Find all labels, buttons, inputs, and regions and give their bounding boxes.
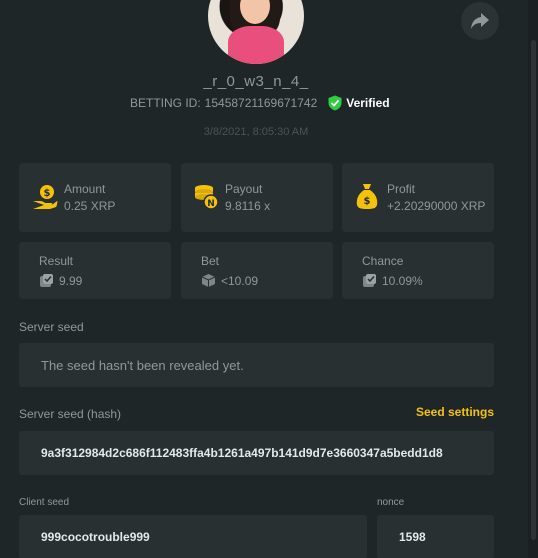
chance-row: 10.09% [362,273,423,288]
chance-label: Chance [362,254,404,268]
payout-label: Payout [225,182,263,196]
verified-label: Verified [346,96,390,110]
username: _r_0_w3_n_4_ [203,73,309,90]
result-row: 9.99 [39,273,82,288]
scrollbar-thumb[interactable] [531,40,536,540]
betting-id-label: BETTING ID: [130,96,201,110]
verified-check-icon [328,95,342,111]
svg-text:$: $ [44,188,51,199]
amount-label: Amount [64,182,106,196]
client-seed-label: Client seed [19,497,70,508]
bet-row: <10.09 [201,273,258,288]
result-value: 9.99 [59,273,83,288]
payout-card: N Payout 9.8116 x [181,163,333,232]
client-seed-field[interactable]: 999cocotrouble999 [19,515,367,558]
money-bag-icon: $ [356,184,378,209]
server-seed-hash-field[interactable]: 9a3f312984d2c686f112483ffa4b1261a497b141… [19,431,494,475]
svg-text:$: $ [364,196,371,207]
payout-value: 9.8116 x [225,199,271,213]
amount-value: 0.25 XRP [64,199,116,213]
avatar [208,0,304,64]
profit-value: +2.20290000 XRP [387,199,486,213]
dice-result-icon [40,274,53,287]
bet-date: 3/8/2021, 8:05:30 AM [203,126,309,138]
server-seed-label: Server seed [19,320,84,334]
profit-card: $ Profit +2.20290000 XRP [342,163,494,232]
share-icon [471,13,489,29]
seed-settings-link[interactable]: Seed settings [416,405,494,419]
dice-bet-icon [201,274,216,287]
betting-id-line: BETTING ID: 15458721169671742 Verified [130,95,390,111]
amount-card: $ Amount 0.25 XRP [19,163,171,232]
verified-badge: Verified [327,95,390,111]
coins-stack-icon: N [195,185,219,210]
result-label: Result [39,254,74,268]
bet-value: <10.09 [221,273,259,288]
server-seed-field: The seed hasn't been revealed yet. [19,343,494,387]
chance-card: Chance 10.09% [342,242,494,299]
betting-id-value: 15458721169671742 [204,96,318,110]
dice-chance-icon [363,274,376,287]
money-hand-icon: $ [33,185,58,209]
nonce-label: nonce [377,497,405,508]
result-card: Result 9.99 [19,242,171,299]
bet-card: Bet <10.09 [181,242,333,299]
bet-label: Bet [201,254,220,268]
chance-value: 10.09% [382,273,423,288]
share-button[interactable] [461,2,499,40]
server-seed-hash-label: Server seed (hash) [19,407,122,421]
nonce-field[interactable]: 1598 [377,515,494,558]
scrollbar[interactable] [528,0,538,558]
profit-label: Profit [387,182,416,196]
svg-text:N: N [207,199,215,209]
